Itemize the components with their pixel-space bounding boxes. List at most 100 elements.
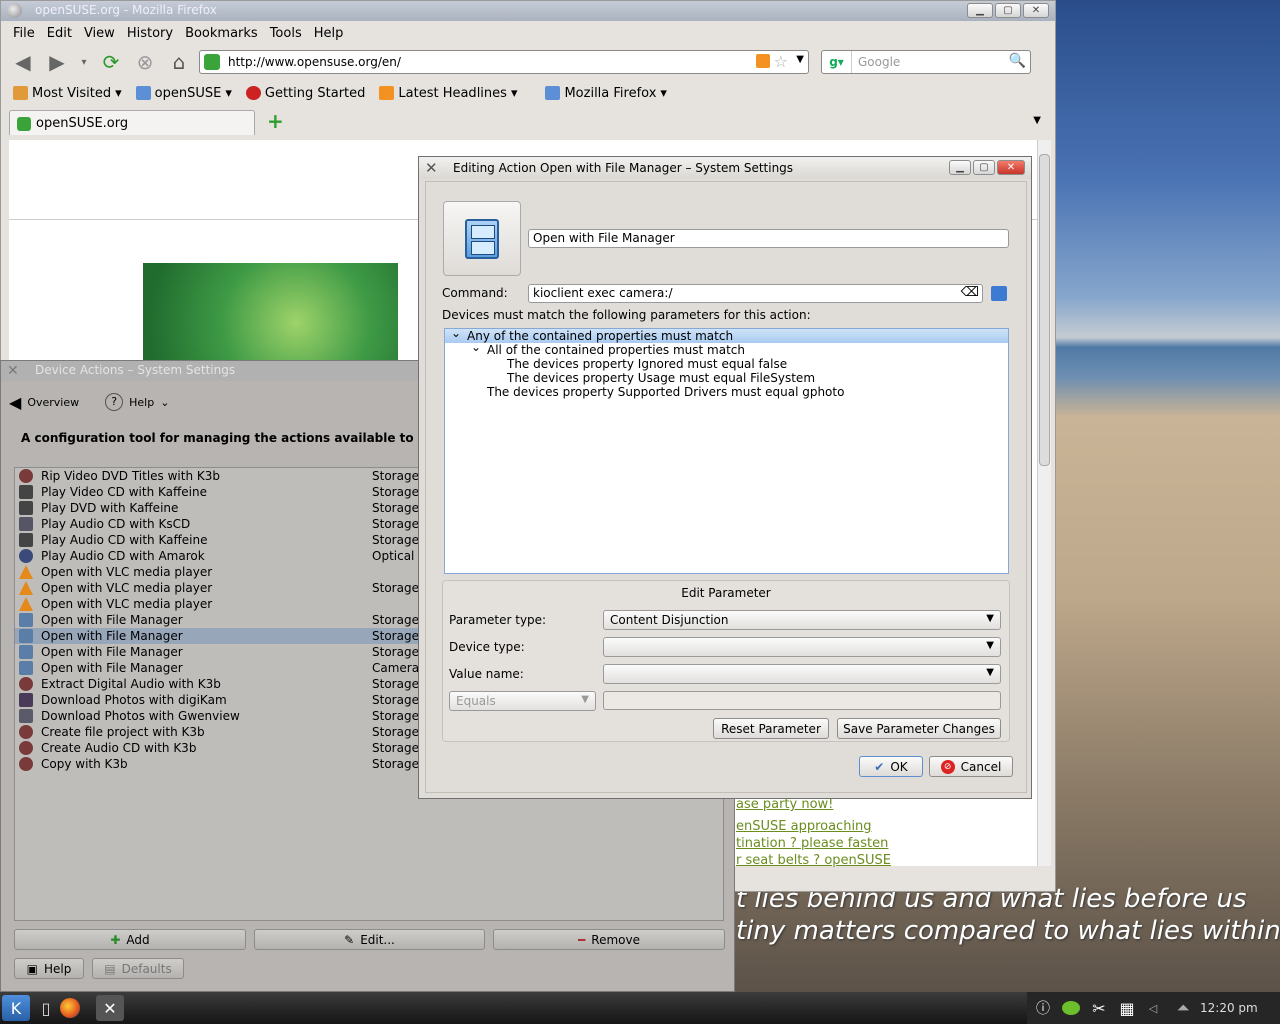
save-parameter-changes-button[interactable]: Save Parameter Changes <box>837 718 1001 739</box>
k3b-icon <box>19 469 33 483</box>
file-manager-icon <box>19 645 33 659</box>
defaults-button[interactable]: ▤ Defaults <box>92 958 184 979</box>
value-input[interactable] <box>603 691 1001 710</box>
command-input[interactable]: kioclient exec camera:/ ⌫ <box>528 284 983 303</box>
minimize-icon[interactable]: ▁ <box>949 160 971 175</box>
help-footer-button[interactable]: ▣ Help <box>14 958 84 979</box>
bookmark-mozilla-firefox[interactable]: Mozilla Firefox ▾ <box>545 86 667 101</box>
menu-bookmarks[interactable]: Bookmarks <box>179 26 264 41</box>
tree-expand-icon[interactable]: ⌄ <box>471 340 481 354</box>
menu-help[interactable]: Help <box>308 26 350 41</box>
action-name: Create file project with K3b <box>41 725 205 739</box>
firefox-task-icon[interactable] <box>56 995 84 1021</box>
action-name: Play Audio CD with Amarok <box>41 549 205 563</box>
page-scrollbar[interactable] <box>1037 140 1051 866</box>
url-bar[interactable]: http://www.opensuse.org/en/ ☆ ▼ <box>199 50 809 74</box>
maximize-icon[interactable]: ▢ <box>995 3 1021 18</box>
news-link-3[interactable]: tination ? please fasten <box>736 836 888 851</box>
firefox-titlebar[interactable]: openSUSE.org - Mozilla Firefox ▁ ▢ ✕ <box>1 1 1055 21</box>
maximize-icon[interactable]: ▢ <box>973 160 995 175</box>
overview-button[interactable]: ◀ Overview <box>9 393 79 412</box>
news-link-2[interactable]: enSUSE approaching <box>736 819 872 834</box>
url-dropdown-icon[interactable]: ▼ <box>796 54 804 65</box>
save-icon[interactable] <box>991 286 1007 301</box>
value-name-label: Value name: <box>449 667 524 681</box>
remove-button[interactable]: ━ Remove <box>493 929 725 950</box>
history-dropdown-icon[interactable]: ▾ <box>77 49 91 75</box>
action-device-type: Storage <box>372 581 419 595</box>
search-icon[interactable]: 🔍 <box>1009 53 1026 69</box>
device-type-select[interactable]: ▼ <box>603 637 1001 657</box>
new-tab-plus-icon[interactable]: + <box>267 109 284 133</box>
menu-history[interactable]: History <box>121 26 179 41</box>
news-link-1[interactable]: ase party now! <box>736 797 833 812</box>
action-device-type: Storage <box>372 677 419 691</box>
kde-menu-icon[interactable]: K <box>2 995 30 1021</box>
tree-node[interactable]: ⌄ All of the contained properties must ma… <box>445 340 1008 357</box>
ok-button[interactable]: ✔ OK <box>859 756 923 777</box>
menu-tools[interactable]: Tools <box>264 26 308 41</box>
tab-list-dropdown-icon[interactable]: ▼ <box>1033 115 1041 126</box>
digikam-icon <box>19 693 33 707</box>
firefox-menubar: File Edit View History Bookmarks Tools H… <box>1 21 1055 45</box>
google-engine-icon[interactable]: g▾ <box>822 51 852 73</box>
help-button[interactable]: ? Help ⌄ <box>105 393 169 411</box>
url-text: http://www.opensuse.org/en/ <box>228 55 401 69</box>
network-icon[interactable]: ▦ <box>1113 995 1141 1021</box>
back-arrow-icon[interactable]: ◀ <box>9 49 37 75</box>
tree-node-label: The devices property Supported Drivers m… <box>487 385 845 399</box>
stop-icon[interactable]: ⊗ <box>131 49 159 75</box>
menu-file[interactable]: File <box>7 26 41 41</box>
reset-parameter-button[interactable]: Reset Parameter <box>713 718 829 739</box>
tree-node[interactable]: The devices property Supported Drivers m… <box>445 385 1008 399</box>
klipper-scissors-icon[interactable]: ✂ <box>1085 995 1113 1021</box>
bookmark-most-visited[interactable]: Most Visited ▾ <box>13 86 122 101</box>
tab-opensuse[interactable]: openSUSE.org <box>9 110 255 135</box>
reload-icon[interactable]: ⟳ <box>97 49 125 75</box>
system-settings-task-icon[interactable]: ✕ <box>96 995 124 1021</box>
info-icon[interactable]: ⓘ <box>1029 995 1057 1021</box>
close-icon[interactable]: ✕ <box>997 160 1025 175</box>
action-name: Download Photos with digiKam <box>41 693 227 707</box>
tray-arrow-icon[interactable]: ⏶ <box>1169 995 1197 1021</box>
news-link-4[interactable]: r seat belts ? openSUSE <box>736 853 891 868</box>
devices-match-label: Devices must match the following paramet… <box>442 308 811 322</box>
scrollbar-thumb[interactable] <box>1039 154 1050 466</box>
plus-icon: ✚ <box>110 932 121 947</box>
bookmark-latest-headlines[interactable]: Latest Headlines ▾ <box>379 86 517 101</box>
clear-text-icon[interactable]: ⌫ <box>961 285 979 300</box>
action-device-type: Camera <box>372 661 420 675</box>
dialog-titlebar[interactable]: ✕ Editing Action Open with File Manager … <box>419 157 1031 179</box>
minimize-icon[interactable]: ▁ <box>967 3 993 18</box>
equals-select[interactable]: Equals ▼ <box>449 691 596 711</box>
checkmark-icon: ✔ <box>874 759 885 774</box>
opensuse-updater-icon[interactable] <box>1057 995 1085 1021</box>
tree-node[interactable]: The devices property Usage must equal Fi… <box>445 371 1008 385</box>
menu-edit[interactable]: Edit <box>41 26 78 41</box>
value-name-select[interactable]: ▼ <box>603 664 1001 684</box>
forward-arrow-icon[interactable]: ▶ <box>43 49 71 75</box>
search-box[interactable]: g▾ Google 🔍 <box>821 50 1031 74</box>
tree-node[interactable]: ⌄ Any of the contained properties must ma… <box>445 326 1008 343</box>
action-name-input[interactable]: Open with File Manager <box>528 229 1009 248</box>
tree-expand-icon[interactable]: ⌄ <box>451 326 461 340</box>
close-icon[interactable]: ✕ <box>1023 3 1049 18</box>
add-button[interactable]: ✚ Add <box>14 929 246 950</box>
parameter-type-select[interactable]: Content Disjunction ▼ <box>603 610 1001 630</box>
chevron-down-icon: ▼ <box>986 667 994 678</box>
tree-node[interactable]: The devices property Ignored must equal … <box>445 357 1008 371</box>
cancel-button[interactable]: ⊘ Cancel <box>929 756 1013 777</box>
edit-button[interactable]: ✎ Edit... <box>254 929 485 950</box>
rss-feed-icon[interactable] <box>756 54 770 68</box>
bookmark-star-icon[interactable]: ☆ <box>774 52 788 71</box>
parameter-tree[interactable]: ⌄ Any of the contained properties must ma… <box>444 326 1009 574</box>
bookmark-opensuse[interactable]: openSUSE ▾ <box>135 86 232 101</box>
clock[interactable]: 12:20 pm <box>1200 1001 1258 1015</box>
tree-node-label: All of the contained properties must mat… <box>487 343 746 357</box>
action-device-type: Storage <box>372 757 419 771</box>
volume-icon[interactable]: ◁ <box>1139 995 1167 1021</box>
menu-view[interactable]: View <box>78 26 121 41</box>
bookmark-getting-started[interactable]: Getting Started <box>245 86 365 101</box>
action-icon-button[interactable] <box>443 201 521 276</box>
home-icon[interactable]: ⌂ <box>165 49 193 75</box>
